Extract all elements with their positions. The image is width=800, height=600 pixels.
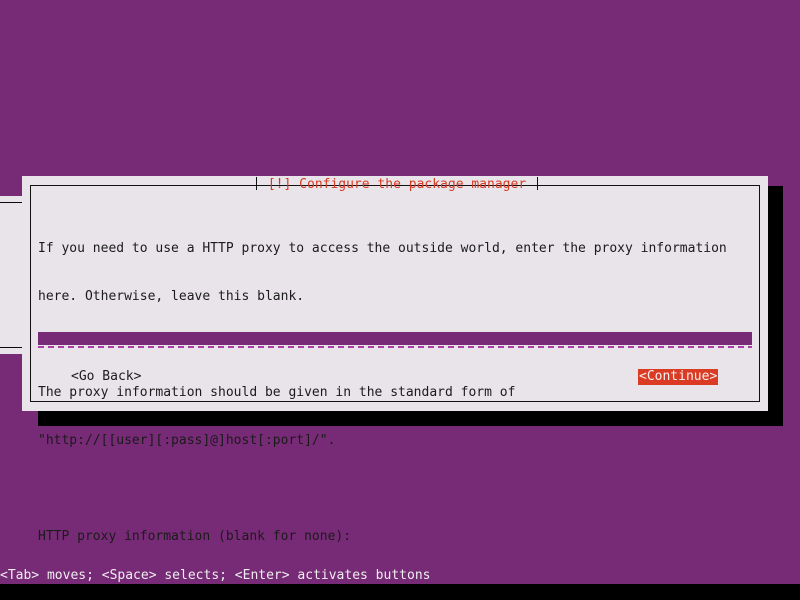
http-proxy-input-underline <box>38 346 752 348</box>
continue-button[interactable]: <Continue> <box>638 369 719 385</box>
dialog-body-text: If you need to use a HTTP proxy to acces… <box>38 209 750 577</box>
bottom-black-bar <box>0 584 800 600</box>
http-proxy-input[interactable] <box>38 332 752 348</box>
go-back-button[interactable]: <Go Back> <box>71 369 141 385</box>
proxy-field-label: HTTP proxy information (blank for none): <box>38 529 352 544</box>
body-spacer-2 <box>38 481 750 497</box>
body-line-3: The proxy information should be given in… <box>38 385 516 400</box>
dialog-title: [!] Configure the package manager <box>267 177 527 192</box>
keyboard-hint-bar: <Tab> moves; <Space> selects; <Enter> ac… <box>0 568 431 583</box>
body-line-2: here. Otherwise, leave this blank. <box>38 289 305 304</box>
body-line-1: If you need to use a HTTP proxy to acces… <box>38 241 727 256</box>
installer-screen: [!] Configure the package manager If you… <box>0 0 800 600</box>
body-line-4: "http://[[user][:pass]@]host[:port]/". <box>38 433 336 448</box>
http-proxy-input-value[interactable] <box>38 332 752 345</box>
